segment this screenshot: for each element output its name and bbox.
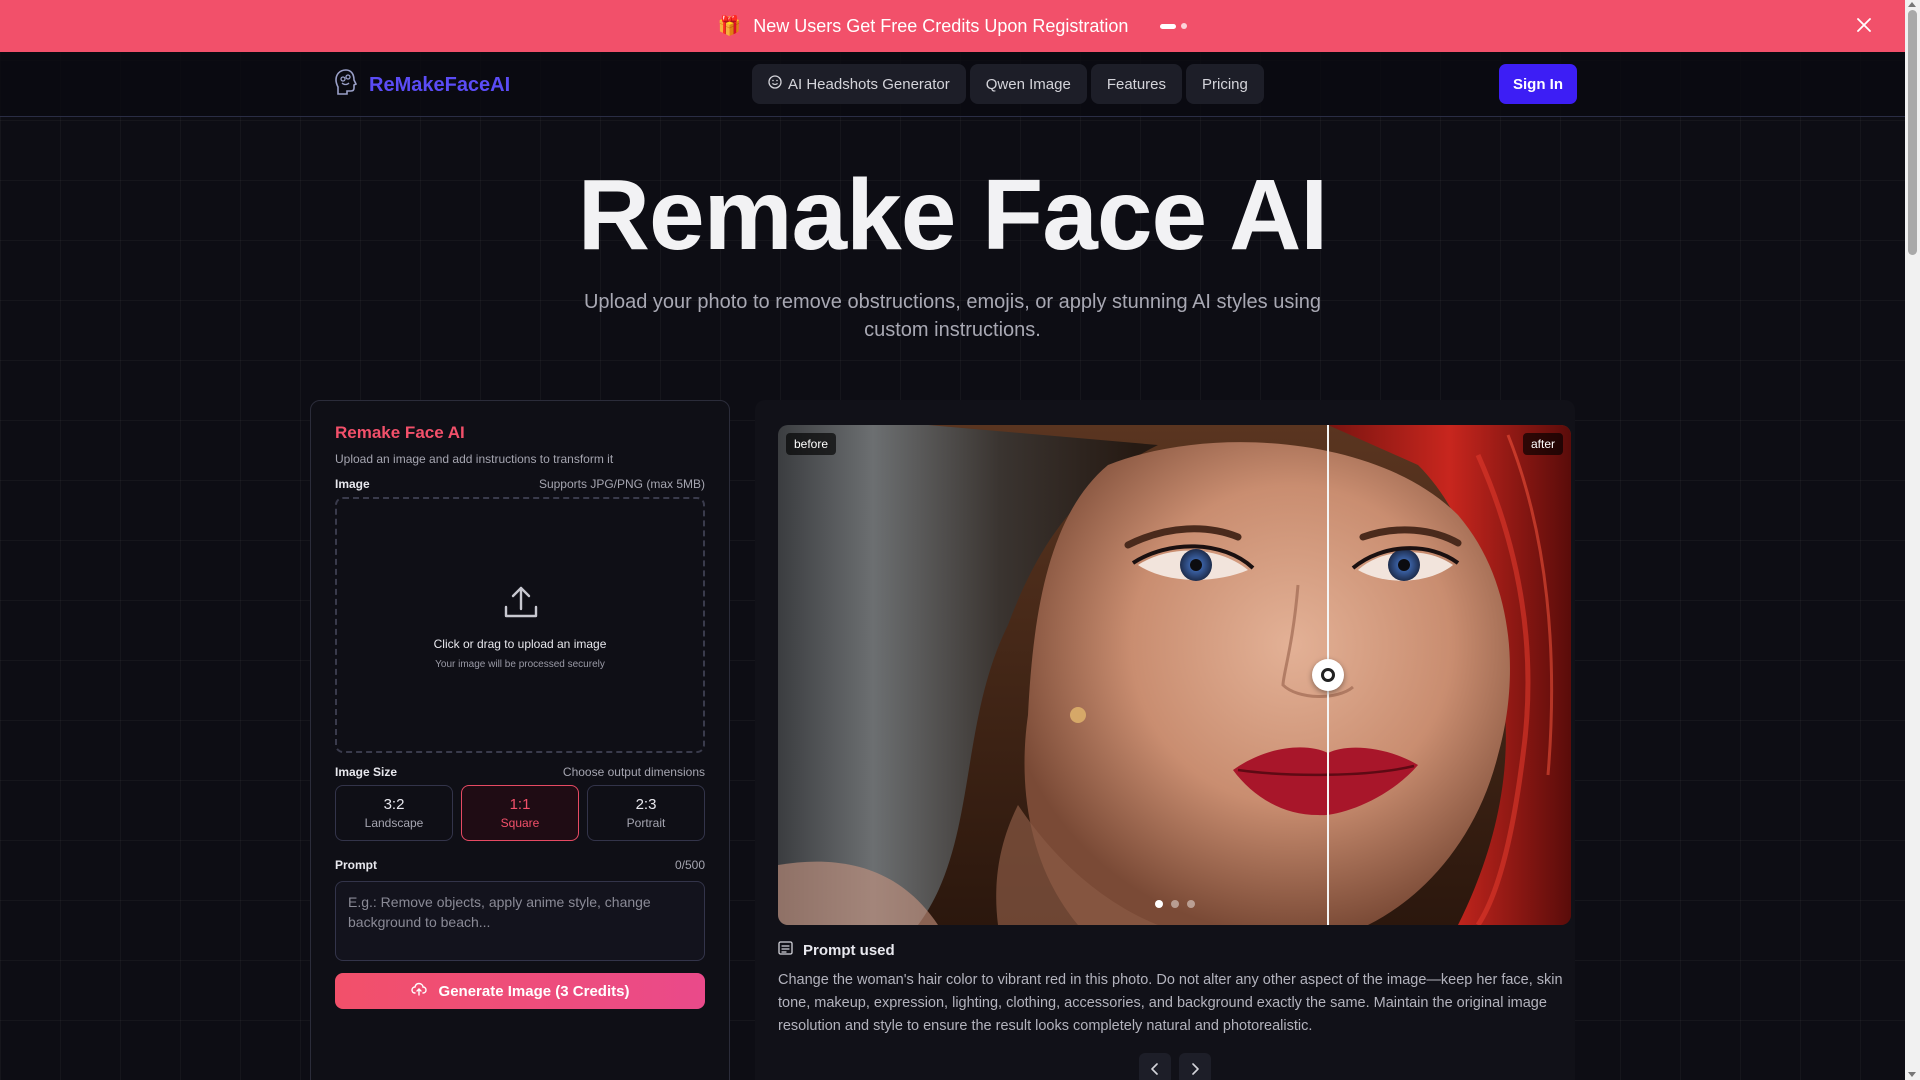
promo-dot-active[interactable] (1160, 23, 1177, 29)
sign-in-button[interactable]: Sign In (1499, 64, 1577, 104)
prompt-input[interactable] (335, 881, 705, 961)
image-size-options: 3:2 Landscape 1:1 Square 2:3 Portrait (335, 785, 705, 841)
promo-pagination (1160, 23, 1188, 29)
hero-subtitle: Upload your photo to remove obstructions… (583, 291, 1322, 341)
scroll-up-arrow-icon[interactable] (1908, 2, 1916, 7)
size-ratio: 3:2 (383, 796, 405, 813)
page-scrollbar[interactable] (1905, 0, 1920, 1080)
remake-form-card: Remake Face AI Upload an image and add i… (310, 400, 730, 1080)
prompt-char-count: 0/500 (674, 858, 705, 872)
image-size-hint: Choose output dimensions (562, 765, 705, 779)
comparison-slider-handle[interactable] (1312, 659, 1344, 691)
nav-label: AI Headshots Generator (788, 75, 950, 93)
handle-dot-icon (1321, 668, 1335, 682)
portrait-photo (778, 425, 1571, 925)
promo-banner: 🎁 New Users Get Free Credits Upon Regist… (0, 0, 1905, 52)
page-title: Remake Face AI (577, 159, 1328, 271)
image-hint: Supports JPG/PNG (max 5MB) (538, 477, 705, 491)
prompt-used-label: Prompt used (803, 941, 895, 959)
upload-security-note: Your image will be processed securely (435, 659, 605, 670)
image-label-row: Image Supports JPG/PNG (max 5MB) (335, 477, 705, 491)
nav-pricing[interactable]: Pricing (1186, 64, 1264, 104)
site-header: ReMakeFaceAI AI Headshots Generator Qwen… (0, 52, 1905, 117)
size-name: Portrait (626, 816, 666, 830)
image-upload-dropzone[interactable]: Click or drag to upload an image Your im… (335, 497, 705, 753)
scrollbar-thumb[interactable] (1908, 10, 1917, 255)
before-label: before (786, 433, 837, 455)
size-option-square[interactable]: 1:1 Square (461, 785, 579, 841)
upload-icon (502, 583, 540, 626)
carousel-dot[interactable] (1187, 900, 1195, 908)
size-ratio: 1:1 (509, 796, 531, 813)
size-name: Landscape (364, 816, 424, 830)
brand-logo[interactable]: ReMakeFaceAI (333, 68, 510, 103)
carousel-dot-active[interactable] (1155, 900, 1163, 908)
face-logo-icon (333, 68, 359, 103)
promo-text: New Users Get Free Credits Upon Registra… (753, 15, 1129, 36)
size-option-landscape[interactable]: 3:2 Landscape (335, 785, 453, 841)
carousel-dot[interactable] (1171, 900, 1179, 908)
before-after-comparison[interactable]: before after (778, 425, 1571, 925)
chevron-left-icon[interactable] (1139, 1053, 1171, 1080)
prompt-label: Prompt (335, 858, 377, 872)
carousel-pagination (1155, 900, 1195, 908)
upload-instruction: Click or drag to upload an image (433, 637, 607, 651)
close-icon[interactable] (1853, 14, 1875, 36)
cloud-upload-icon (410, 982, 427, 1000)
nav-features[interactable]: Features (1090, 64, 1183, 104)
size-name: Square (500, 816, 540, 830)
brand-name: ReMakeFaceAI (369, 74, 511, 96)
smile-icon (768, 75, 782, 93)
size-ratio: 2:3 (635, 796, 657, 813)
nav-qwen-image[interactable]: Qwen Image (969, 64, 1087, 104)
promo-dot[interactable] (1181, 23, 1188, 29)
chevron-right-icon[interactable] (1179, 1053, 1211, 1080)
size-option-portrait[interactable]: 2:3 Portrait (587, 785, 705, 841)
nav-label: Features (1106, 75, 1167, 93)
carousel-arrows (1139, 1053, 1211, 1080)
size-label-row: Image Size Choose output dimensions (335, 765, 705, 779)
prompt-used-heading: Prompt used (778, 941, 895, 959)
image-label: Image (335, 477, 370, 491)
document-icon (778, 941, 793, 959)
nav-label: Pricing (1202, 75, 1248, 93)
generate-image-button[interactable]: Generate Image (3 Credits) (335, 973, 705, 1009)
scroll-down-arrow-icon[interactable] (1908, 1072, 1916, 1077)
main-nav: AI Headshots Generator Qwen Image Featur… (752, 64, 1264, 104)
gift-icon: 🎁 (717, 16, 742, 37)
form-title: Remake Face AI (335, 423, 465, 442)
nav-ai-headshots[interactable]: AI Headshots Generator (752, 64, 966, 104)
nav-label: Qwen Image (985, 75, 1071, 93)
prompt-label-row: Prompt 0/500 (335, 858, 705, 872)
prompt-used-text: Change the woman's hair color to vibrant… (778, 972, 1563, 1034)
form-description: Upload an image and add instructions to … (335, 452, 614, 466)
after-label: after (1522, 433, 1563, 455)
image-size-label: Image Size (335, 765, 398, 779)
generate-label: Generate Image (3 Credits) (438, 982, 630, 1000)
